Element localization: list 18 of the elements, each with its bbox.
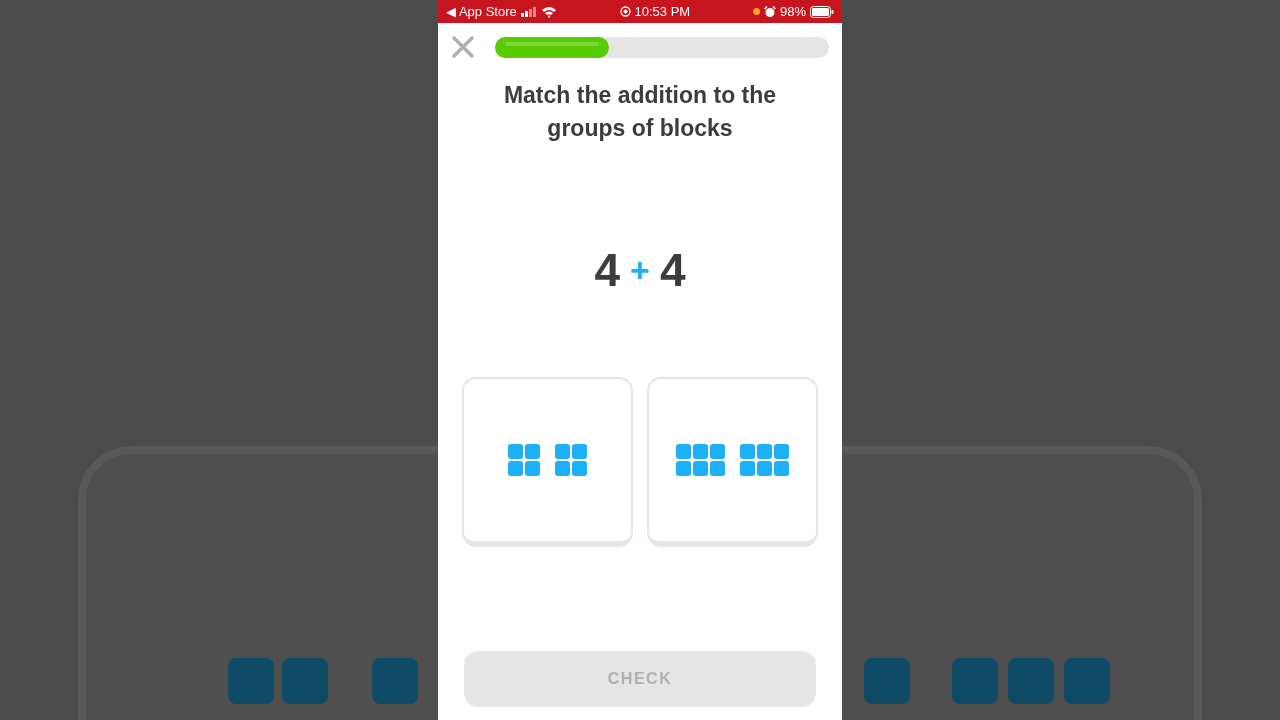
back-link[interactable]: ◀ App Store [446,4,517,19]
blocks-icon [676,444,789,476]
question-title: Match the addition to the groups of blocks [502,81,778,143]
equation-number: 4 [659,243,686,297]
signal-icon [520,6,537,17]
wifi-icon [540,5,557,18]
close-icon[interactable] [451,35,475,59]
answer-card[interactable] [647,377,818,547]
plus-sign: + [630,250,650,290]
clock-time: 10:53 PM [634,4,691,19]
battery-percent: 98% [779,4,806,19]
battery-icon [810,5,834,18]
blocks-icon [508,444,587,476]
location-icon [619,6,631,17]
dot-icon [752,8,760,15]
equation-number: 4 [594,243,621,297]
alarm-icon [763,5,776,18]
answer-card[interactable] [462,377,633,547]
